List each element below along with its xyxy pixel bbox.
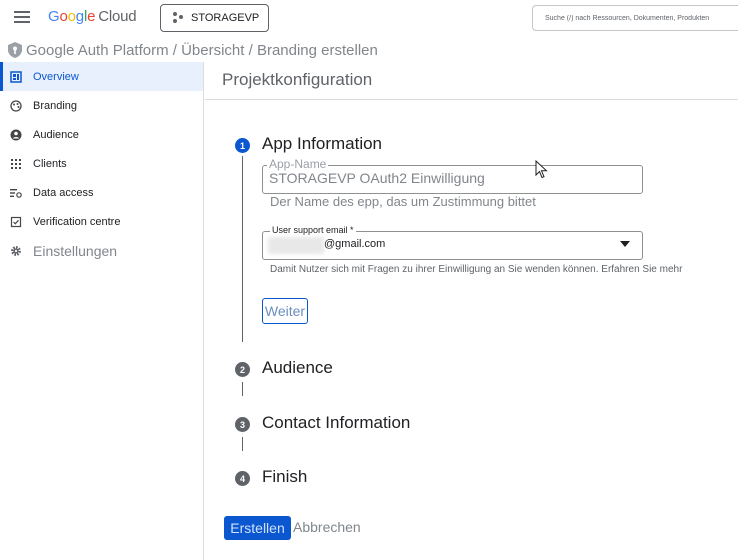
- main-header: Projektkonfiguration: [205, 62, 738, 100]
- step-title-audience[interactable]: Audience: [262, 358, 333, 378]
- logo-letter: G: [48, 8, 60, 25]
- menu-icon[interactable]: [14, 11, 30, 23]
- logo-letter: o: [67, 8, 76, 25]
- sidebar-item-label: Data access: [33, 186, 94, 199]
- logo-suffix: Cloud: [98, 8, 137, 25]
- project-name: STORAGEVP: [191, 12, 260, 24]
- dropdown-arrow-icon[interactable]: [620, 241, 630, 247]
- step-connector: [242, 437, 243, 451]
- logo-letter: o: [59, 8, 68, 25]
- grid-icon: [10, 158, 22, 170]
- mouse-cursor-icon: [535, 160, 548, 179]
- sidebar-item-data-access[interactable]: Data access: [0, 178, 203, 207]
- app-name-label: App-Name: [267, 157, 329, 171]
- cancel-button[interactable]: Abbrechen: [293, 519, 361, 535]
- step-title-app-information[interactable]: App Information: [262, 134, 382, 154]
- breadcrumb-text: Google Auth Platform / Übersicht / Brand…: [26, 41, 378, 59]
- sidebar-item-label: Verification centre: [33, 215, 121, 228]
- step-number-2: 2: [235, 362, 250, 377]
- person-icon: [10, 129, 22, 141]
- checkbox-icon: [10, 216, 22, 228]
- google-cloud-logo[interactable]: Google Cloud: [48, 8, 137, 25]
- sidebar-item-label: Clients: [33, 157, 67, 170]
- breadcrumb: Google Auth Platform / Übersicht / Brand…: [8, 40, 378, 60]
- logo-letter: g: [75, 8, 84, 25]
- sidebar-item-einstellungen[interactable]: Einstellungen: [0, 236, 203, 265]
- next-button[interactable]: Weiter: [262, 298, 308, 324]
- support-email-hint: Damit Nutzer sich mit Fragen zu ihrer Ei…: [270, 264, 683, 275]
- step-number-1: 1: [235, 138, 250, 153]
- step-number-3: 3: [235, 417, 250, 432]
- sidebar-item-verification-centre[interactable]: Verification centre: [0, 207, 203, 236]
- step-number-4: 4: [235, 471, 250, 486]
- sidebar-item-audience[interactable]: Audience: [0, 120, 203, 149]
- search-input[interactable]: [545, 14, 738, 22]
- step-title-finish[interactable]: Finish: [262, 467, 307, 487]
- page-title: Projektkonfiguration: [222, 70, 373, 89]
- sidebar-item-branding[interactable]: Branding: [0, 91, 203, 120]
- top-bar: Google Cloud STORAGEVP: [0, 0, 738, 36]
- step-connector: [242, 156, 243, 342]
- dashboard-icon: [10, 70, 22, 83]
- sidebar-item-label: Einstellungen: [33, 242, 118, 259]
- create-button[interactable]: Erstellen: [224, 516, 291, 540]
- palette-icon: [10, 99, 22, 112]
- sidebar-item-overview[interactable]: Overview: [0, 62, 203, 91]
- redacted-email-prefix: [268, 237, 324, 254]
- sidebar-item-label: Overview: [33, 70, 79, 83]
- list-settings-icon: [10, 187, 22, 199]
- support-email-label: User support email *: [270, 225, 356, 235]
- sidebar-item-clients[interactable]: Clients: [0, 149, 203, 178]
- sidebar: Overview Branding Audience Clients Data …: [0, 62, 204, 560]
- search-box[interactable]: [532, 5, 738, 31]
- support-email-value: @gmail.com: [324, 238, 386, 250]
- sidebar-item-label: Audience: [33, 128, 79, 141]
- app-name-hint: Der Name des epp, das um Zustimmung bitt…: [270, 194, 536, 209]
- project-picker-button[interactable]: STORAGEVP: [160, 4, 269, 32]
- step-connector: [242, 382, 243, 396]
- project-icon: [173, 12, 185, 24]
- shield-icon: [8, 42, 22, 58]
- gear-icon: [10, 245, 22, 257]
- step-title-contact-information[interactable]: Contact Information: [262, 413, 410, 433]
- logo-letter: e: [87, 8, 96, 25]
- sidebar-item-label: Branding: [33, 99, 78, 112]
- app-name-value[interactable]: STORAGEVP OAuth2 Einwilligung: [269, 170, 485, 186]
